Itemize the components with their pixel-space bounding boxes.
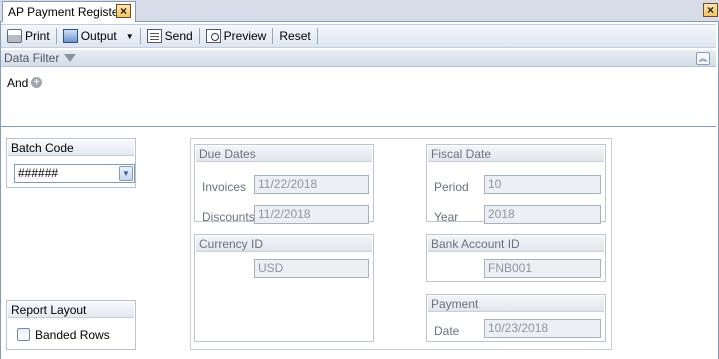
- add-condition-icon[interactable]: +: [31, 77, 42, 88]
- toolbar-separator: [198, 28, 200, 44]
- batch-code-value: ######: [18, 166, 59, 180]
- due-dates-title: Due Dates: [196, 146, 372, 162]
- parameters-area: Batch Code ###### ▼ Report Layout Banded…: [1, 128, 716, 359]
- toolbar-separator: [272, 28, 274, 44]
- fiscal-date-group: Fiscal Date Period 10 Year 2018: [426, 144, 606, 224]
- batch-code-select[interactable]: ###### ▼: [14, 164, 135, 183]
- output-icon: [62, 29, 78, 43]
- report-layout-box: Report Layout Banded Rows: [6, 300, 136, 350]
- printer-icon: [7, 29, 22, 43]
- window-close-icon[interactable]: ×: [703, 3, 718, 17]
- reset-button[interactable]: Reset: [275, 26, 314, 46]
- chevron-down-icon[interactable]: ▼: [126, 32, 134, 41]
- fiscal-date-title: Fiscal Date: [428, 146, 604, 162]
- bank-account-title: Bank Account ID: [428, 236, 604, 252]
- toolbar-separator: [55, 28, 57, 44]
- output-button[interactable]: Output ▼: [59, 26, 138, 46]
- send-icon: [146, 29, 162, 43]
- chevron-down-icon[interactable]: ▼: [119, 166, 133, 181]
- output-label: Output: [80, 29, 117, 43]
- due-dates-group: Due Dates Invoices 11/22/2018 Discounts …: [194, 144, 374, 224]
- preview-button[interactable]: Preview: [202, 26, 271, 46]
- collapse-icon[interactable]: ︽: [696, 52, 710, 65]
- report-layout-title: Report Layout: [8, 302, 134, 318]
- preview-label: Preview: [223, 29, 267, 43]
- currency-group: Currency ID USD: [194, 234, 374, 342]
- bank-account-field[interactable]: FNB001: [484, 259, 601, 278]
- toolbar-separator: [316, 28, 318, 44]
- report-panel: Print Output ▼ Send Preview Reset Data F…: [0, 22, 719, 359]
- payment-title: Payment: [428, 296, 604, 312]
- send-label: Send: [164, 29, 193, 43]
- batch-code-title: Batch Code: [8, 140, 134, 156]
- tab-close-icon[interactable]: ×: [116, 4, 131, 18]
- tab-ap-payment-register[interactable]: AP Payment Register ×: [2, 1, 136, 22]
- print-label: Print: [25, 29, 50, 43]
- year-field[interactable]: 2018: [484, 205, 601, 224]
- banded-rows-label[interactable]: Banded Rows: [35, 328, 110, 342]
- toolbar-separator: [139, 28, 141, 44]
- send-button[interactable]: Send: [143, 26, 197, 46]
- period-field[interactable]: 10: [484, 175, 601, 194]
- print-button[interactable]: Print: [3, 26, 54, 46]
- bank-account-group: Bank Account ID FNB001: [426, 234, 606, 282]
- currency-title: Currency ID: [196, 236, 372, 252]
- discounts-due-field[interactable]: 11/2/2018: [254, 205, 369, 224]
- currency-field[interactable]: USD: [254, 259, 369, 278]
- filter-operator[interactable]: And: [7, 76, 28, 90]
- data-filter-header[interactable]: Data Filter ︽: [1, 50, 716, 67]
- payment-date-label: Date: [434, 324, 460, 338]
- data-filter-body: And +: [1, 67, 716, 127]
- discounts-label: Discounts: [202, 210, 255, 224]
- filter-icon: [64, 54, 77, 62]
- preview-icon: [205, 29, 221, 43]
- tab-title: AP Payment Register: [8, 5, 123, 19]
- payment-group: Payment Date 10/23/2018: [426, 294, 606, 342]
- toolbar: Print Output ▼ Send Preview Reset: [1, 24, 716, 48]
- invoices-due-field[interactable]: 11/22/2018: [254, 175, 369, 194]
- data-filter-title: Data Filter: [4, 51, 60, 65]
- year-label: Year: [434, 210, 459, 224]
- period-label: Period: [434, 180, 469, 194]
- document-tab-bar: AP Payment Register × ×: [0, 0, 719, 22]
- banded-rows-checkbox[interactable]: [17, 328, 30, 341]
- invoices-label: Invoices: [202, 180, 247, 194]
- reset-label: Reset: [279, 29, 311, 43]
- batch-code-box: Batch Code ###### ▼: [6, 138, 136, 188]
- payment-date-field[interactable]: 10/23/2018: [484, 319, 601, 338]
